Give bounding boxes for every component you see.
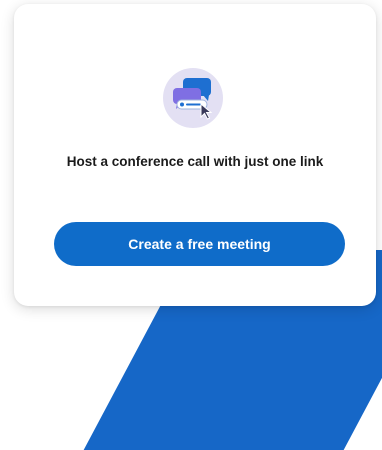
card-headline: Host a conference call with just one lin… — [66, 154, 324, 169]
meeting-card: Host a conference call with just one lin… — [14, 4, 376, 306]
chat-bubbles-link-cursor-icon — [161, 66, 225, 130]
create-free-meeting-button[interactable]: Create a free meeting — [54, 222, 345, 266]
